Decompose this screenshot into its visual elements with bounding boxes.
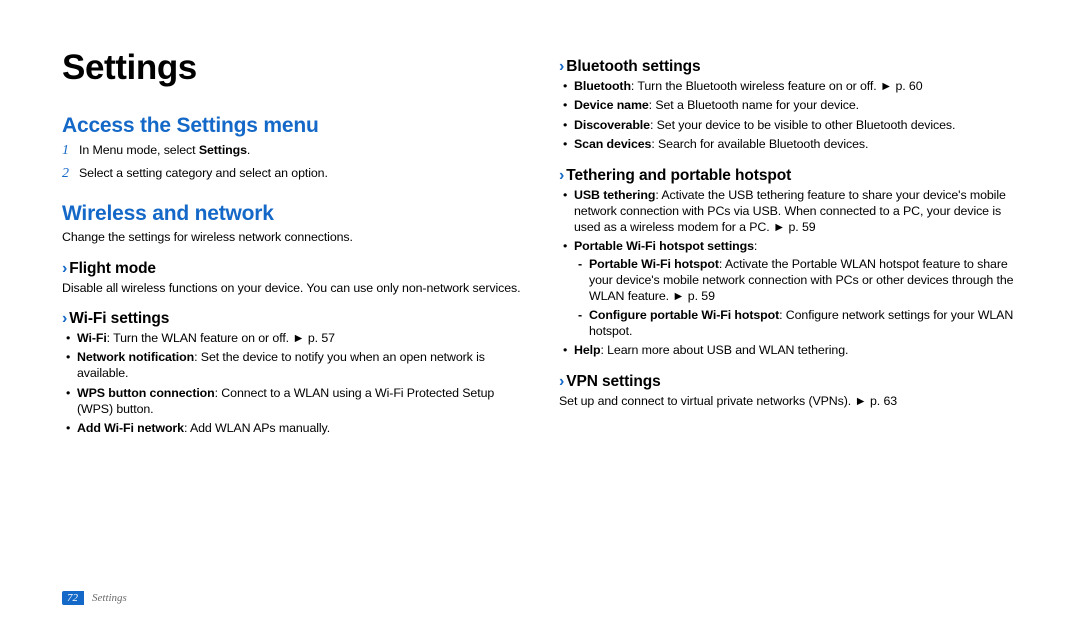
step1-pre: In Menu mode, select (79, 143, 199, 157)
step-text: In Menu mode, select Settings. (79, 142, 250, 158)
list-item: Portable Wi-Fi hotspot settings: Portabl… (563, 239, 1020, 340)
item-bold: Portable Wi-Fi hotspot (589, 257, 719, 271)
list-item: Network notification: Set the device to … (66, 350, 523, 382)
page-footer: 72 Settings (62, 591, 127, 605)
sub-tethering: ›Tethering and portable hotspot (559, 167, 1020, 185)
step1-bold: Settings (199, 143, 247, 157)
item-text: : Turn the WLAN feature on or off. ► p. … (107, 331, 335, 345)
list-item: Help: Learn more about USB and WLAN teth… (563, 343, 1020, 359)
item-bold: Scan devices (574, 137, 651, 151)
list-item: Discoverable: Set your device to be visi… (563, 118, 1020, 134)
item-text: : Set your device to be visible to other… (650, 118, 955, 132)
list-item: Wi-Fi: Turn the WLAN feature on or off. … (66, 331, 523, 347)
wifi-list: Wi-Fi: Turn the WLAN feature on or off. … (62, 331, 523, 437)
item-bold: Add Wi-Fi network (77, 421, 184, 435)
page-title: Settings (62, 48, 523, 88)
sub-vpn-settings: ›VPN settings (559, 373, 1020, 391)
step-2: 2 Select a setting category and select a… (62, 165, 523, 182)
right-column: ›Bluetooth settings Bluetooth: Turn the … (559, 48, 1020, 440)
item-text: : Turn the Bluetooth wireless feature on… (631, 79, 923, 93)
sub-label: Tethering and portable hotspot (566, 167, 791, 184)
list-item: Portable Wi-Fi hotspot: Activate the Por… (578, 257, 1020, 305)
list-item: Scan devices: Search for available Bluet… (563, 137, 1020, 153)
access-steps: 1 In Menu mode, select Settings. 2 Selec… (62, 142, 523, 182)
step-text: Select a setting category and select an … (79, 165, 328, 181)
step1-post: . (247, 143, 250, 157)
item-bold: Discoverable (574, 118, 650, 132)
item-bold: Portable Wi-Fi hotspot settings (574, 239, 754, 253)
item-bold: Help (574, 343, 600, 357)
item-text: : Set a Bluetooth name for your device. (649, 98, 859, 112)
wireless-intro: Change the settings for wireless network… (62, 230, 523, 246)
tethering-sublist: Portable Wi-Fi hotspot: Activate the Por… (574, 257, 1020, 340)
section-wireless-heading: Wireless and network (62, 202, 523, 226)
list-item: Configure portable Wi-Fi hotspot: Config… (578, 308, 1020, 340)
two-column-layout: Settings Access the Settings menu 1 In M… (62, 48, 1020, 440)
sub-flight-mode: ›Flight mode (62, 260, 523, 278)
sub-label: Wi-Fi settings (69, 310, 169, 327)
tethering-list: USB tethering: Activate the USB tetherin… (559, 188, 1020, 359)
page-number-badge: 72 (62, 591, 84, 605)
item-text: : Search for available Bluetooth devices… (651, 137, 868, 151)
item-text: : Add WLAN APs manually. (184, 421, 330, 435)
list-item: Bluetooth: Turn the Bluetooth wireless f… (563, 79, 1020, 95)
page-root: Settings Access the Settings menu 1 In M… (0, 0, 1080, 629)
sub-label: Bluetooth settings (566, 58, 700, 75)
item-bold: Configure portable Wi-Fi hotspot (589, 308, 779, 322)
list-item: Device name: Set a Bluetooth name for yo… (563, 98, 1020, 114)
sub-wifi-settings: ›Wi-Fi settings (62, 310, 523, 328)
item-bold: USB tethering (574, 188, 655, 202)
left-column: Settings Access the Settings menu 1 In M… (62, 48, 523, 440)
list-item: USB tethering: Activate the USB tetherin… (563, 188, 1020, 236)
vpn-body: Set up and connect to virtual private ne… (559, 394, 1020, 410)
item-text: : (754, 239, 757, 253)
footer-section-name: Settings (92, 592, 127, 604)
bluetooth-list: Bluetooth: Turn the Bluetooth wireless f… (559, 79, 1020, 153)
step-number-icon: 2 (62, 166, 79, 182)
sub-label: VPN settings (566, 373, 660, 390)
item-bold: Network notification (77, 350, 194, 364)
list-item: Add Wi-Fi network: Add WLAN APs manually… (66, 421, 523, 437)
item-bold: WPS button connection (77, 386, 215, 400)
step-1: 1 In Menu mode, select Settings. (62, 142, 523, 159)
flight-body: Disable all wireless functions on your d… (62, 281, 523, 297)
section-access-heading: Access the Settings menu (62, 114, 523, 138)
sub-bluetooth-settings: ›Bluetooth settings (559, 58, 1020, 76)
list-item: WPS button connection: Connect to a WLAN… (66, 386, 523, 418)
item-bold: Wi-Fi (77, 331, 107, 345)
item-bold: Device name (574, 98, 649, 112)
sub-label: Flight mode (69, 260, 156, 277)
item-text: : Learn more about USB and WLAN tetherin… (600, 343, 848, 357)
step-number-icon: 1 (62, 143, 79, 159)
item-bold: Bluetooth (574, 79, 631, 93)
